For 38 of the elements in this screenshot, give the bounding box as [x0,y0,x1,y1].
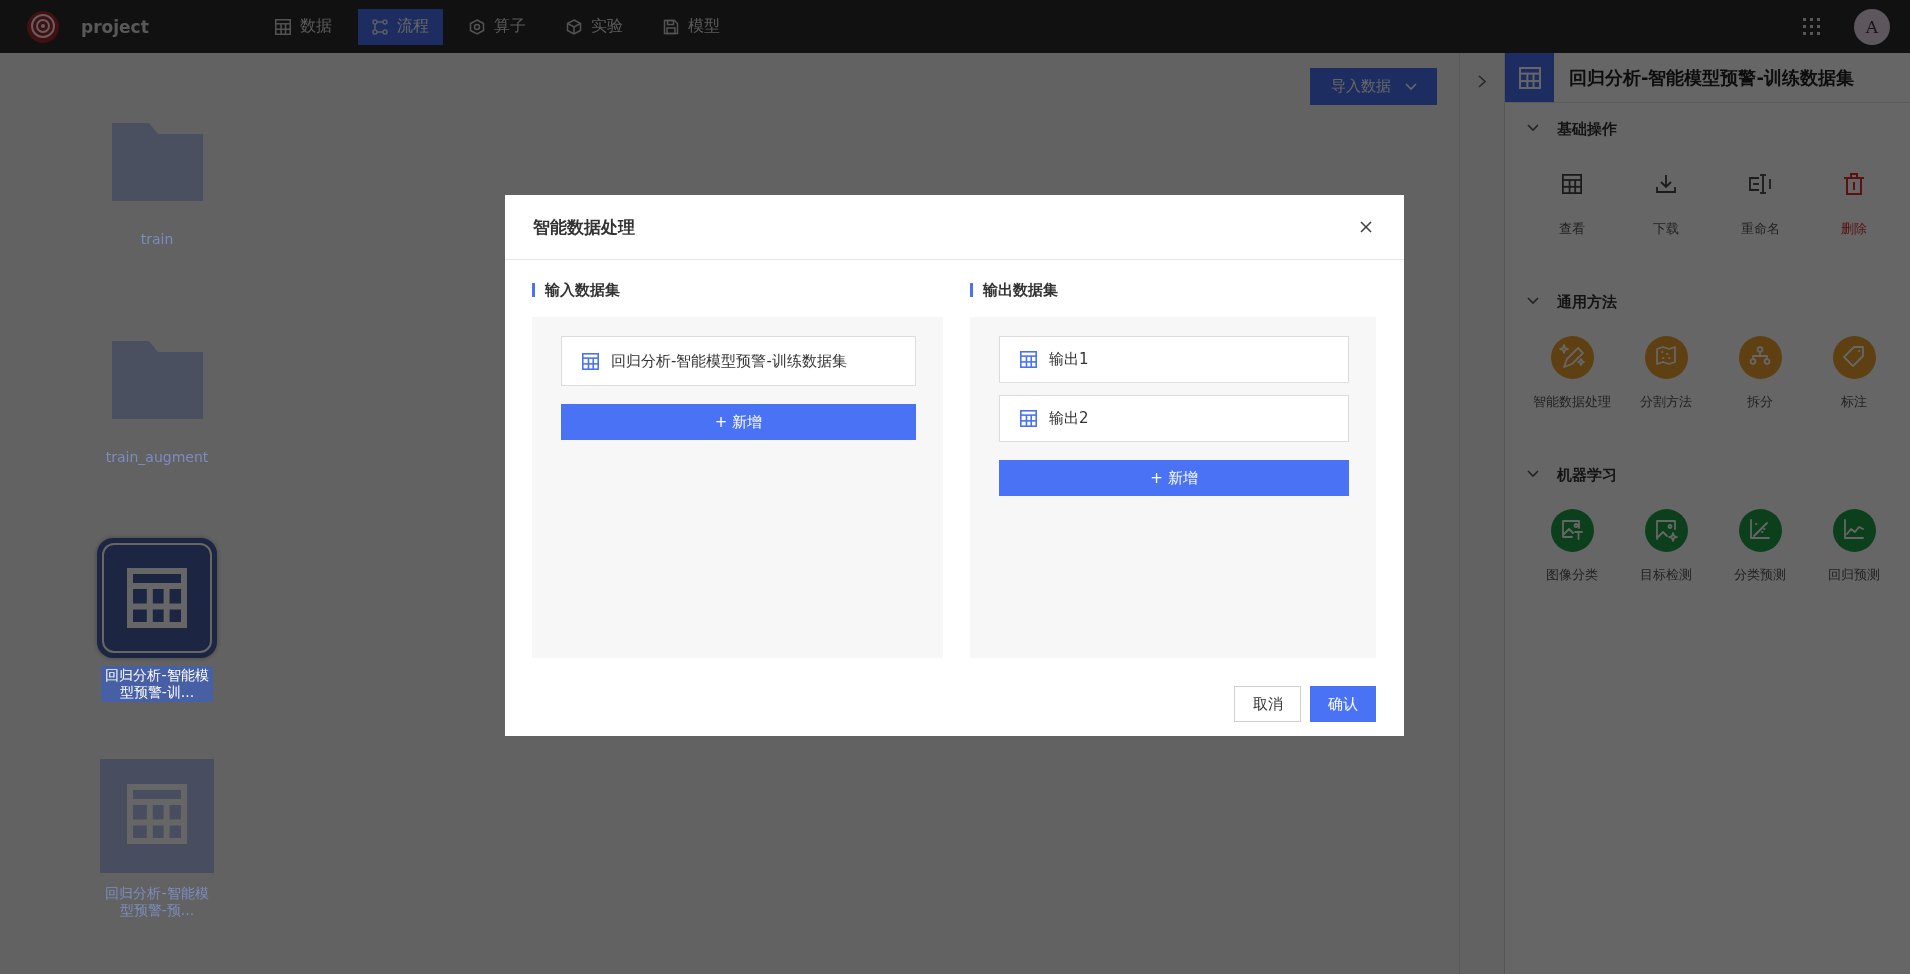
action-label[interactable]: 标注 [1841,393,1867,411]
nav-tab[interactable]: 数据 [261,8,346,45]
file-name[interactable]: 回归分析-智能模型预警-训... [101,666,213,702]
action-label[interactable]: 目标检测 [1640,566,1692,584]
section-title: 基础操作 [1557,119,1617,139]
app-name: project [81,16,150,37]
action-label[interactable]: 拆分 [1747,393,1773,411]
action-label[interactable]: 回归预测 [1828,566,1880,584]
dataset-item[interactable]: 输出2 [999,395,1349,442]
action-label[interactable]: 智能数据处理 [1533,393,1611,411]
section-title: 输入数据集 [545,280,620,300]
section-title: 机器学习 [1557,465,1617,485]
action-label[interactable]: 删除 [1841,220,1867,238]
section-title: 通用方法 [1557,292,1617,312]
dataset-item[interactable]: 输出1 [999,336,1349,383]
action-label[interactable]: 重命名 [1740,220,1780,238]
file-name[interactable]: 回归分析-智能模型预警-预... [101,884,213,920]
action-label[interactable]: 查看 [1559,220,1585,238]
nav-tab[interactable]: 流程 [358,8,443,45]
import-data-button[interactable]: 导入数据 [1310,68,1437,105]
action-label[interactable]: 下载 [1653,220,1679,238]
action-label[interactable]: 分割方法 [1640,393,1692,411]
panel-title: 回归分析-智能模型预警-训练数据集 [1569,65,1854,90]
section-title: 输出数据集 [983,280,1058,300]
add-button[interactable]: + 新增 [999,460,1349,496]
confirm-button[interactable]: 确认 [1310,686,1376,722]
nav-tab[interactable]: 模型 [649,8,734,45]
dialog-title: 智能数据处理 [533,215,635,239]
file-name[interactable]: train_augment [101,448,213,467]
nav-tab[interactable]: 实验 [552,8,637,45]
action-label[interactable]: 分类预测 [1734,566,1786,584]
cancel-button[interactable]: 取消 [1234,686,1301,722]
file-name[interactable]: train [101,230,213,249]
nav-tab[interactable]: 算子 [455,8,540,45]
action-label[interactable]: 图像分类 [1546,566,1598,584]
add-button[interactable]: + 新增 [561,404,916,440]
user-avatar[interactable]: A [1854,8,1890,45]
dataset-item[interactable]: 回归分析-智能模型预警-训练数据集 [561,336,916,386]
